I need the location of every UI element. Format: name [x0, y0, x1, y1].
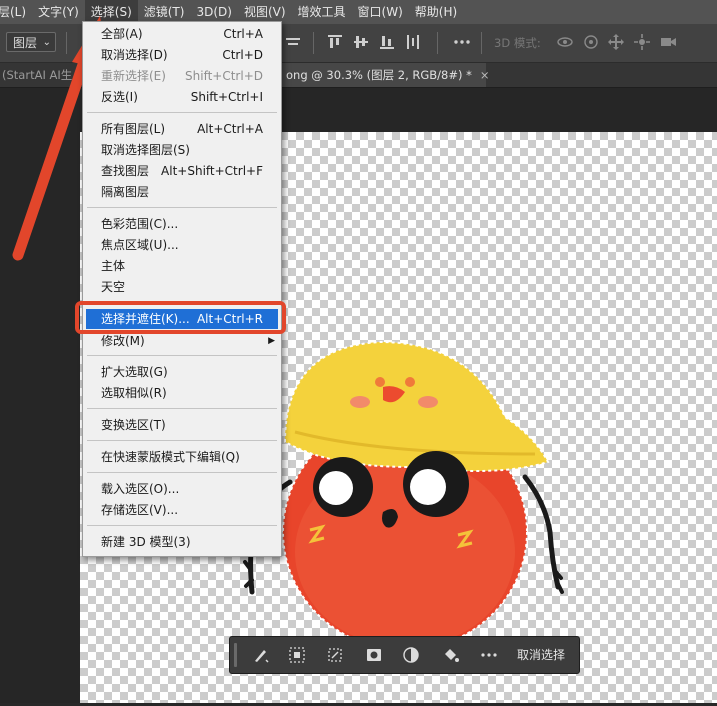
divider — [437, 32, 438, 54]
contextual-task-bar: 取消选择 — [229, 636, 580, 674]
menu-item-quick-mask[interactable]: 在快速蒙版模式下编辑(Q) — [83, 447, 281, 467]
menu-window[interactable]: 窗口(W) — [352, 0, 409, 24]
close-icon[interactable]: × — [480, 68, 490, 82]
menu-item-grow[interactable]: 扩大选取(G) — [83, 362, 281, 382]
menu-separator — [87, 355, 277, 356]
menu-separator — [87, 207, 277, 208]
align-bottom-icon[interactable] — [378, 33, 396, 51]
menu-item-isolate-layers[interactable]: 隔离图层 — [83, 182, 281, 202]
mask-icon[interactable] — [365, 646, 383, 664]
more-options-icon[interactable] — [480, 646, 498, 664]
menu-item-similar[interactable]: 选取相似(R) — [83, 383, 281, 403]
menu-separator — [87, 408, 277, 409]
3d-mode-label: 3D 模式: — [494, 36, 541, 50]
menu-item-save-selection[interactable]: 存储选区(V)... — [83, 500, 281, 520]
align-center-icon[interactable] — [284, 33, 302, 51]
menu-item-deselect[interactable]: 取消选择(D) Ctrl+D — [83, 45, 281, 65]
submenu-arrow-icon: ▶ — [268, 336, 275, 346]
tab-active-document[interactable]: ong @ 30.3% (图层 2, RGB/8#) * × — [280, 63, 490, 87]
menu-item-select-all[interactable]: 全部(A) Ctrl+A — [83, 24, 281, 44]
select-menu: 全部(A) Ctrl+A 取消选择(D) Ctrl+D 重新选择(E) Shift+C… — [82, 21, 282, 557]
divider — [481, 32, 482, 54]
align-top-icon[interactable] — [326, 33, 344, 51]
slide-3d-icon[interactable] — [633, 33, 651, 51]
menu-item-new-3d-model[interactable]: 新建 3D 模型(3) — [83, 532, 281, 552]
menu-separator — [87, 440, 277, 441]
select-mask-icon[interactable] — [288, 646, 306, 664]
menu-item-reselect[interactable]: 重新选择(E) Shift+Ctrl+D — [83, 66, 281, 86]
menu-item-subject[interactable]: 主体 — [83, 256, 281, 276]
menu-item-find-layers[interactable]: 查找图层 Alt+Shift+Ctrl+F — [83, 161, 281, 181]
menu-item-inverse[interactable]: 反选(I) Shift+Ctrl+I — [83, 87, 281, 107]
invert-selection-icon[interactable] — [402, 646, 420, 664]
annotation-highlight-box — [75, 301, 286, 334]
menu-item-modify[interactable]: 修改(M) ▶ — [83, 331, 281, 351]
menu-item-focus-area[interactable]: 焦点区域(U)... — [83, 235, 281, 255]
brush-modify-icon[interactable] — [252, 646, 270, 664]
pan-3d-icon[interactable] — [607, 33, 625, 51]
menu-separator — [87, 525, 277, 526]
fill-selection-icon[interactable] — [442, 646, 460, 664]
camera-3d-icon[interactable] — [659, 33, 677, 51]
transform-selection-icon[interactable] — [326, 646, 344, 664]
orbit-3d-icon[interactable] — [556, 33, 574, 51]
more-options-icon[interactable] — [453, 33, 471, 51]
menu-item-sky[interactable]: 天空 — [83, 277, 281, 297]
menu-help[interactable]: 帮助(H) — [409, 0, 463, 24]
tab-label: ong @ 30.3% (图层 2, RGB/8#) * — [286, 68, 472, 82]
drag-handle[interactable] — [234, 643, 237, 667]
menu-separator — [87, 472, 277, 473]
menu-item-all-layers[interactable]: 所有图层(L) Alt+Ctrl+A — [83, 119, 281, 139]
deselect-button[interactable]: 取消选择 — [517, 646, 565, 663]
menu-plugins[interactable]: 增效工具 — [292, 0, 352, 24]
divider — [313, 32, 314, 54]
menu-item-color-range[interactable]: 色彩范围(C)... — [83, 214, 281, 234]
roll-3d-icon[interactable] — [582, 33, 600, 51]
menu-item-load-selection[interactable]: 载入选区(O)... — [83, 479, 281, 499]
distribute-icon[interactable] — [404, 33, 422, 51]
menu-separator — [87, 112, 277, 113]
menu-item-deselect-layers[interactable]: 取消选择图层(S) — [83, 140, 281, 160]
align-vertical-center-icon[interactable] — [352, 33, 370, 51]
menu-item-transform-selection[interactable]: 变换选区(T) — [83, 415, 281, 435]
